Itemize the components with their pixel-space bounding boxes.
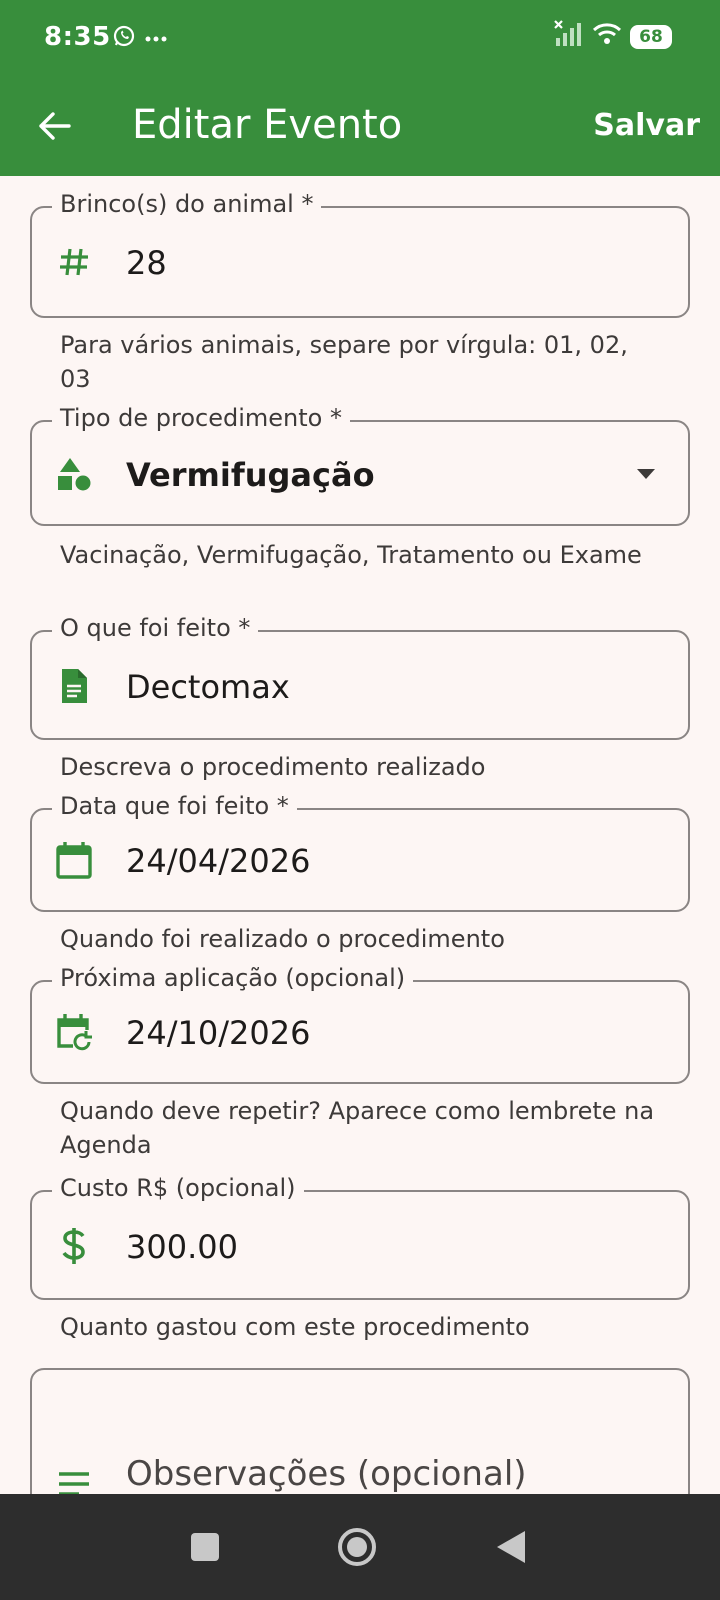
- proxima-aplicacao-field[interactable]: Próxima aplicação (opcional) 24/10/2026: [30, 964, 690, 1084]
- app-bar: Editar Evento Salvar: [0, 76, 720, 176]
- proxima-value: 24/10/2026: [126, 1014, 311, 1052]
- calendar-repeat-icon: [54, 1012, 94, 1052]
- save-button[interactable]: Salvar: [593, 108, 700, 143]
- observacoes-placeholder: Observações (opcional): [126, 1454, 527, 1494]
- data-value: 24/04/2026: [126, 842, 311, 880]
- data-field[interactable]: Data que foi feito * 24/04/2026: [30, 792, 690, 912]
- triangle-back-icon: [497, 1531, 525, 1563]
- system-nav-bar: [0, 1494, 720, 1600]
- recents-button[interactable]: [182, 1524, 228, 1570]
- hash-icon: [54, 242, 94, 282]
- custo-helper: Quanto gastou com este procedimento: [60, 1313, 530, 1341]
- back-nav-button[interactable]: [488, 1524, 534, 1570]
- calendar-icon: [54, 840, 94, 880]
- dollar-icon: [54, 1226, 94, 1266]
- feito-label: O que foi feito *: [52, 614, 259, 642]
- document-icon: [54, 666, 94, 706]
- more-icon: [144, 30, 168, 48]
- circle-icon: [338, 1528, 376, 1566]
- back-button[interactable]: [30, 102, 78, 150]
- signal-off-icon: [554, 20, 584, 53]
- home-button[interactable]: [334, 1524, 380, 1570]
- proxima-label: Próxima aplicação (opcional): [52, 964, 414, 992]
- tipo-label: Tipo de procedimento *: [52, 404, 350, 432]
- custo-value: 300.00: [126, 1228, 238, 1266]
- dropdown-arrow-icon: [634, 462, 658, 486]
- custo-label: Custo R$ (opcional): [52, 1174, 304, 1202]
- whatsapp-icon: [112, 24, 136, 53]
- wifi-icon: [592, 21, 622, 52]
- tipo-value: Vermifugação: [126, 456, 375, 494]
- status-bar: 8:35 68: [0, 0, 720, 76]
- page-title: Editar Evento: [132, 102, 403, 148]
- brinco-value: 28: [126, 244, 167, 282]
- data-helper: Quando foi realizado o procedimento: [60, 925, 505, 953]
- arrow-back-icon: [39, 112, 71, 140]
- data-label: Data que foi feito *: [52, 792, 297, 820]
- procedimento-field[interactable]: O que foi feito * Dectomax: [30, 614, 690, 740]
- brinco-helper: Para vários animais, separe por vírgula:…: [60, 331, 628, 393]
- brinco-label: Brinco(s) do animal *: [52, 190, 322, 218]
- proxima-helper: Quando deve repetir? Aparece como lembre…: [60, 1097, 655, 1159]
- square-icon: [191, 1533, 219, 1561]
- tipo-helper: Vacinação, Vermifugação, Tratamento ou E…: [60, 541, 642, 569]
- status-right-icons: 68: [554, 20, 672, 53]
- feito-value: Dectomax: [126, 668, 290, 706]
- battery-indicator: 68: [630, 24, 672, 49]
- shapes-icon: [54, 454, 94, 494]
- brinco-field[interactable]: Brinco(s) do animal * 28: [30, 190, 690, 318]
- feito-helper: Descreva o procedimento realizado: [60, 753, 486, 781]
- status-left-icons: [112, 24, 168, 53]
- status-time: 8:35: [44, 22, 111, 52]
- tipo-procedimento-dropdown[interactable]: Tipo de procedimento * Vermifugação: [30, 404, 690, 526]
- custo-field[interactable]: Custo R$ (opcional) 300.00: [30, 1174, 690, 1300]
